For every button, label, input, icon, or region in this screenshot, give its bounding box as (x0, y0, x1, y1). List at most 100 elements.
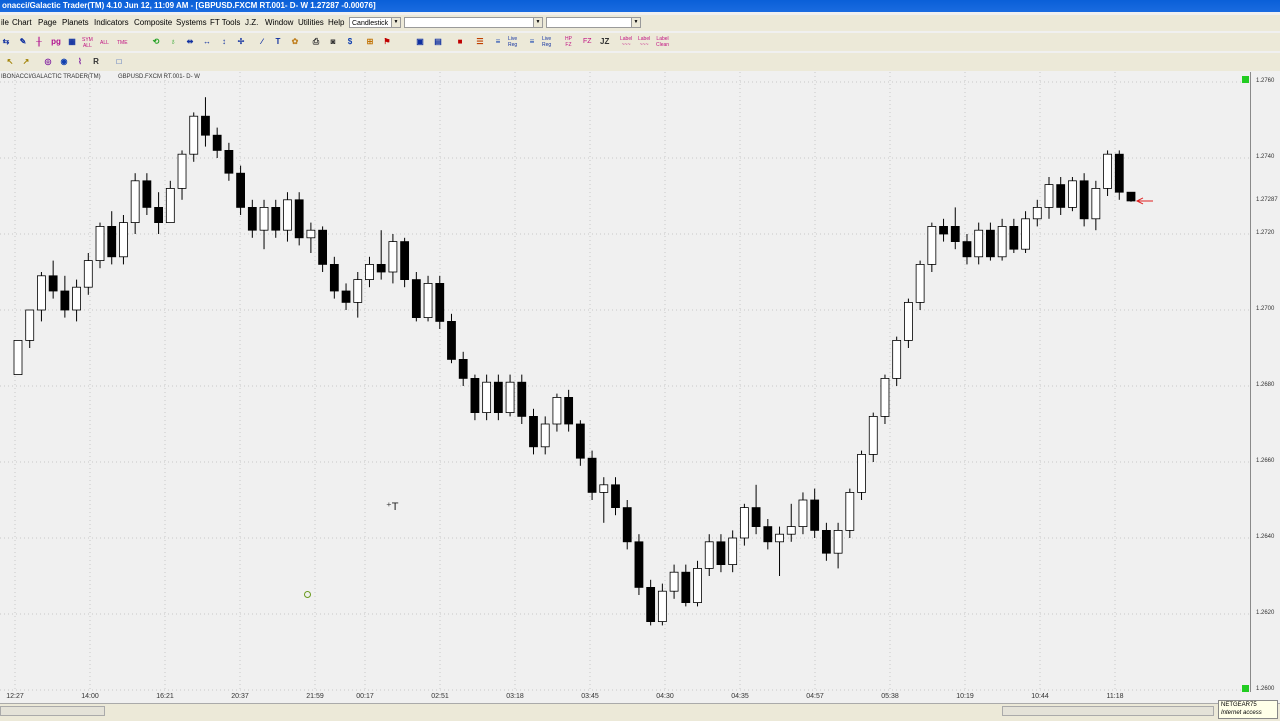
refresh-icon[interactable]: ⟲ (150, 36, 162, 48)
expand-icon[interactable]: ↔ (201, 36, 213, 48)
candle-body (564, 396, 574, 425)
pen-icon[interactable]: ∕ (256, 36, 268, 48)
scale-handle-top[interactable] (1242, 76, 1249, 83)
menu-utilities[interactable]: Utilities (298, 15, 324, 31)
lines-icon[interactable]: ☰ (474, 36, 486, 48)
r-tool-icon[interactable]: R (90, 56, 102, 68)
candle-body (599, 484, 609, 493)
candle-body (365, 263, 374, 280)
spiral-icon[interactable]: ⌇ (74, 56, 86, 68)
print-icon[interactable]: ⎙ (310, 36, 322, 48)
candle (458, 351, 468, 386)
candle (493, 374, 503, 421)
menu-planets[interactable]: Planets (62, 15, 89, 31)
candle-body (669, 571, 679, 592)
label-clean-button[interactable]: Label Clean (656, 36, 669, 48)
candle (505, 374, 515, 417)
candle (833, 522, 843, 569)
all-button[interactable]: ALL (100, 40, 109, 46)
candle-body (962, 241, 972, 258)
candle (353, 272, 363, 318)
horizontal-scrollbar-right[interactable] (1002, 706, 1214, 716)
menu-window[interactable]: Window (265, 15, 293, 31)
combo-select-2[interactable]: ▼ (404, 17, 543, 28)
candle-body (283, 199, 292, 231)
circle-tool-icon[interactable]: ◎ (42, 56, 54, 68)
horizontal-scrollbar-left[interactable] (0, 706, 105, 716)
vertical-icon[interactable]: ↕ (218, 36, 230, 48)
candle (552, 393, 562, 432)
candle (365, 256, 374, 288)
draw-tool-icon[interactable]: ✎ (17, 36, 29, 48)
live-reg-button-1[interactable]: Live Reg (508, 36, 517, 48)
candle-body (974, 229, 984, 258)
candle (716, 534, 726, 573)
candle-body (72, 286, 81, 311)
hp-fz-button[interactable]: HP FZ (565, 36, 572, 48)
menu-jz[interactable]: J.Z. (245, 15, 258, 31)
scale-handle-bottom[interactable] (1242, 685, 1249, 692)
candle-body (517, 381, 527, 417)
candle (201, 97, 210, 147)
menu-ft-tools[interactable]: FT Tools (210, 15, 240, 31)
ray-icon[interactable]: ↗ (20, 56, 32, 68)
candle (1126, 191, 1136, 202)
flag-icon[interactable]: ⚑ (381, 36, 393, 48)
fib-tool-icon[interactable]: ╫ (33, 36, 45, 48)
dollar-icon[interactable]: $ (344, 36, 356, 48)
fz-button[interactable]: FZ (583, 38, 592, 45)
candle (564, 389, 574, 432)
menu-chart[interactable]: Chart (12, 15, 32, 31)
label-button-1[interactable]: Label ~~~ (620, 36, 632, 48)
candle-body (833, 529, 843, 554)
menu-composite[interactable]: Composite (134, 15, 172, 31)
candle (271, 199, 281, 238)
candle (529, 408, 538, 455)
globe-icon[interactable]: ◉ (58, 56, 70, 68)
price-chart[interactable] (0, 72, 1250, 692)
candle-body (845, 491, 855, 531)
grid-icon[interactable]: ▦ (66, 36, 78, 48)
window-icon[interactable]: ▣ (414, 36, 426, 48)
hlines-icon-2[interactable]: ≡ (526, 36, 538, 48)
planet-icon[interactable]: ♁ (167, 36, 179, 48)
hlines-icon[interactable]: ≡ (492, 36, 504, 48)
candle-body (341, 290, 351, 303)
jz-button[interactable]: JZ (600, 38, 609, 46)
candle (997, 218, 1007, 261)
candle (119, 215, 128, 265)
candle (775, 526, 784, 576)
bars-icon[interactable]: ⊞ (364, 36, 376, 48)
candle (915, 260, 925, 310)
candle (681, 564, 691, 607)
camera-icon[interactable]: ◙ (327, 36, 339, 48)
candle (130, 173, 140, 234)
combo-select-3[interactable]: ▼ (546, 17, 641, 28)
cursor-tool-icon[interactable]: ⇆ (0, 36, 12, 48)
live-reg-button-2[interactable]: Live Reg (542, 36, 551, 48)
chart-type-select[interactable]: Candlestick ▼ (349, 17, 401, 28)
label-button-2[interactable]: Label ~~~ (638, 36, 650, 48)
box-icon[interactable]: □ (113, 56, 125, 68)
crosshair-icon[interactable]: ✢ (235, 36, 247, 48)
candle (1114, 150, 1124, 200)
compress-icon[interactable]: ⇹ (184, 36, 196, 48)
sym-all-button[interactable]: SYM ALL (82, 37, 93, 49)
menu-file[interactable]: ile (1, 15, 9, 31)
candle-body (318, 229, 328, 265)
select-icon[interactable]: ↖ (4, 56, 16, 68)
stop-icon[interactable]: ■ (454, 36, 466, 48)
text-icon[interactable]: T (272, 36, 284, 48)
pg-tool-icon[interactable]: pg (50, 36, 62, 48)
y-tick-label: 1.2640 (1256, 534, 1275, 540)
candle (341, 283, 351, 310)
menu-page[interactable]: Page (38, 15, 57, 31)
candle-body (986, 229, 995, 258)
menu-help[interactable]: Help (328, 15, 344, 31)
menu-indicators[interactable]: Indicators (94, 15, 129, 31)
menu-systems[interactable]: Systems (176, 15, 207, 31)
x-tick-label: 03:18 (506, 693, 524, 700)
settings-icon[interactable]: ✿ (289, 36, 301, 48)
tme-button[interactable]: TME (117, 40, 128, 46)
tile-icon[interactable]: ▤ (432, 36, 444, 48)
